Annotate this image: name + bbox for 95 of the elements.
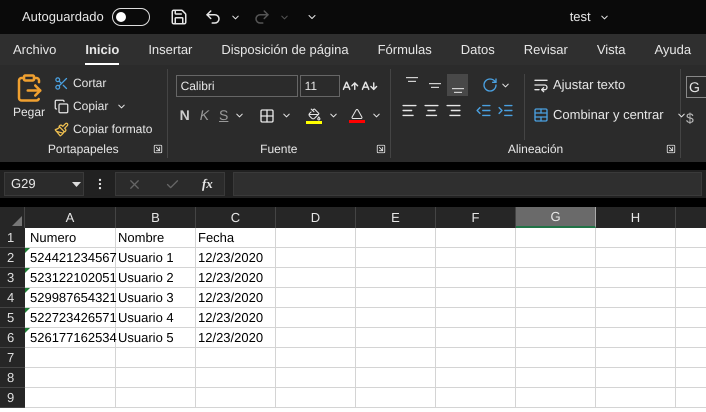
redo-icon[interactable] [252,8,271,26]
bold-button[interactable]: N [180,105,190,126]
vertical-align-icon [428,82,440,88]
merge-center-button[interactable]: Combinar y centrar [533,104,664,126]
table-cell: Fecha [196,228,276,248]
paste-button[interactable]: Pegar [12,73,46,140]
menu-tab[interactable]: Insertar [148,34,192,65]
align-right-icon[interactable] [445,102,462,119]
font-name-field[interactable]: Calibri [176,75,298,97]
row-header[interactable]: 3 [0,268,25,288]
error-indicator-icon[interactable] [25,268,30,273]
wrap-text-button[interactable]: Ajustar texto [533,74,687,96]
row-header[interactable]: 5 [0,308,25,328]
vertical-align-icon [452,88,464,93]
autosave-toggle[interactable] [112,8,150,26]
dialog-launcher-icon[interactable] [666,144,676,154]
italic-button[interactable]: K [200,105,210,126]
save-icon[interactable] [170,8,188,26]
column-header[interactable]: A [25,207,116,228]
table-cell: 529987654321 [25,288,116,308]
table-cell: Usuario 4 [116,308,196,328]
error-indicator-icon[interactable] [25,328,30,333]
font-size-field[interactable]: 11 [300,75,340,97]
brush-icon [54,122,69,136]
align-left-icon[interactable] [401,102,418,119]
table-cell: Usuario 1 [116,248,196,268]
row-header[interactable]: 4 [0,288,25,308]
column-header[interactable]: C [196,207,276,228]
format-painter-button[interactable]: Copiar formato [54,119,152,139]
table-cell: 12/23/2020 [196,248,276,268]
orientation-icon[interactable] [482,77,498,93]
caret-icon[interactable] [72,182,81,186]
menu-tab[interactable]: Fórmulas [378,34,432,65]
error-indicator-icon[interactable] [25,248,30,253]
table-cell: 12/23/2020 [196,268,276,288]
name-box[interactable]: G29 [4,172,84,196]
table-cell: 12/23/2020 [196,328,276,348]
menu-tab[interactable]: Datos [460,34,495,65]
document-title[interactable]: test [570,7,591,27]
table-cell: 12/23/2020 [196,288,276,308]
dialog-launcher-icon[interactable] [376,144,386,154]
undo-icon[interactable] [204,8,222,26]
scissors-icon [54,76,69,90]
table-cell: Usuario 3 [116,288,196,308]
column-header[interactable]: E [356,207,436,228]
decrease-indent-icon[interactable] [475,102,492,119]
table-cell: Numero [25,228,116,248]
column-header[interactable]: H [596,207,676,228]
align-center-icon[interactable] [423,102,440,119]
wrap-icon [533,77,549,93]
row-header[interactable]: 2 [0,248,25,268]
row-header[interactable]: 8 [0,368,25,388]
increase-indent-icon[interactable] [497,102,514,119]
row-header[interactable]: 9 [0,388,25,408]
underline-button[interactable]: S [219,105,228,126]
borders-icon[interactable] [259,108,276,124]
table-cell: Nombre [116,228,196,248]
corner-triangle-icon [12,216,22,226]
table-cell: 524421234567 [25,248,116,268]
menu-tab[interactable]: Revisar [524,34,568,65]
menu-tab[interactable]: Ayuda [654,34,692,65]
insert-function-button[interactable]: fx [202,174,213,194]
error-indicator-icon[interactable] [25,288,30,293]
column-header[interactable]: B [116,207,196,228]
column-header[interactable]: G [516,207,596,228]
row-header[interactable]: 1 [0,228,25,248]
error-indicator-icon[interactable] [25,308,30,313]
number-format-field[interactable]: G [686,76,706,98]
dialog-launcher-icon[interactable] [152,144,163,154]
row-header[interactable]: 7 [0,348,25,368]
autosave-label: Autoguardado [22,8,104,26]
vertical-align-button[interactable] [447,74,468,96]
menu-tab[interactable]: Archivo [13,34,56,65]
copy-icon [54,98,69,114]
formula-input[interactable] [233,172,702,196]
table-cell: 526177162534 [25,328,116,348]
group-label: Fuente [260,141,298,158]
menu-tab[interactable]: Vista [596,34,626,65]
column-header[interactable]: D [276,207,356,228]
cut-button[interactable]: Cortar [54,73,152,93]
copy-button[interactable]: Copiar [54,96,108,116]
fill-color-icon[interactable] [306,108,322,124]
font-color-icon[interactable] [349,108,366,123]
table-cell: 12/23/2020 [196,308,276,328]
merge-icon [533,107,549,123]
vertical-align-icon [406,77,418,82]
group-label: Alineación [508,141,564,158]
table-cell: Usuario 2 [116,268,196,288]
group-label: Portapapeles [48,141,119,158]
row-header[interactable]: 6 [0,328,25,348]
currency-button[interactable]: $ [686,108,706,129]
menu-tab[interactable]: Disposición de página [221,34,349,65]
table-cell: 522723426571 [25,308,116,328]
table-cell: 523122102051 [25,268,116,288]
table-cell: Usuario 5 [116,328,196,348]
